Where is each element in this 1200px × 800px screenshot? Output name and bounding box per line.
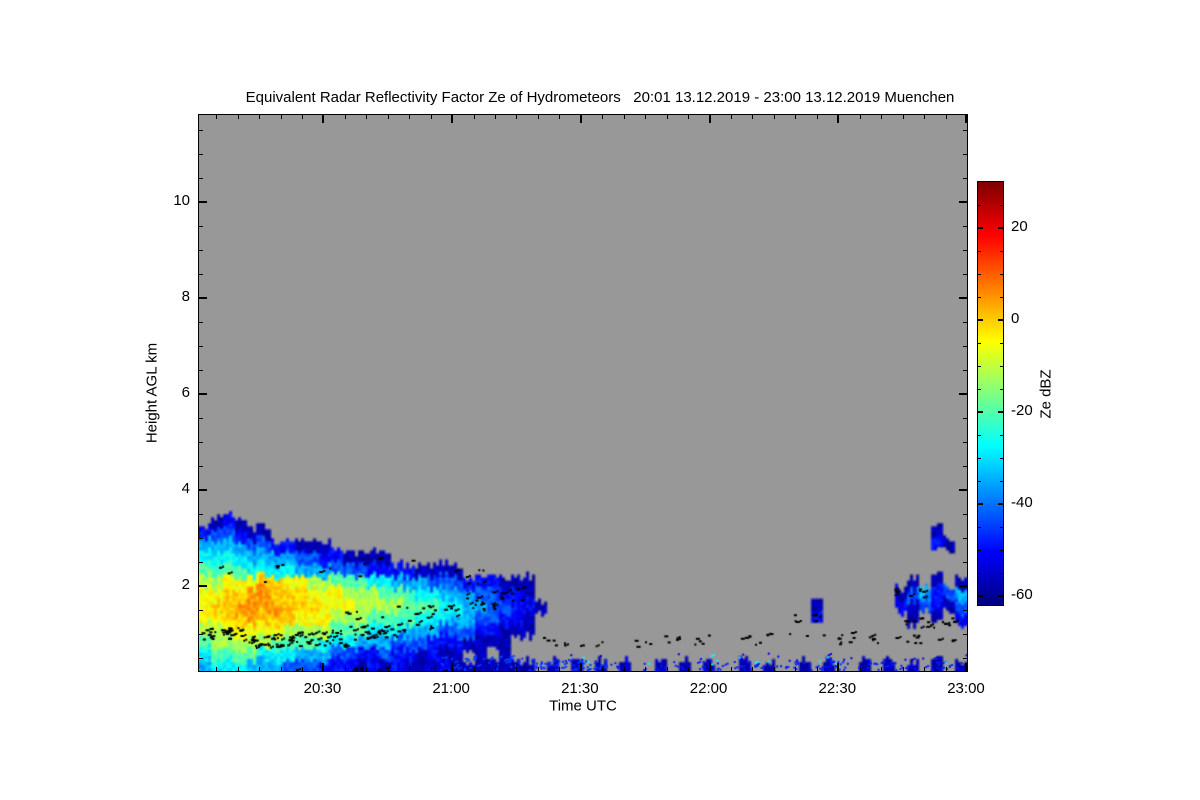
- y-tick-label: 6: [181, 383, 190, 401]
- colorbar-tick-label: 0: [1011, 309, 1020, 327]
- heatmap-canvas: [199, 115, 967, 671]
- x-tick-label: 23:00: [947, 680, 985, 697]
- radar-reflectivity-quicklook: Equivalent Radar Reflectivity Factor Ze …: [0, 0, 1200, 800]
- x-tick-label: 22:30: [818, 680, 857, 697]
- colorbar-label: Ze dBZ: [1037, 369, 1055, 419]
- y-tick-label: 4: [181, 479, 190, 497]
- colorbar-tick-label: -40: [1011, 493, 1033, 511]
- y-tick-label: 8: [181, 287, 190, 305]
- x-tick-label: 21:00: [432, 680, 470, 697]
- colorbar: [977, 181, 1004, 606]
- plot-area: [198, 114, 968, 672]
- colorbar-tick-label: -60: [1011, 585, 1033, 603]
- x-tick-label: 20:30: [303, 680, 342, 697]
- colorbar-tick-label: 20: [1011, 217, 1028, 235]
- y-tick-label: 2: [181, 576, 190, 593]
- x-tick-label: 22:00: [689, 680, 728, 697]
- chart-title: Equivalent Radar Reflectivity Factor Ze …: [245, 89, 955, 106]
- y-tick-label: 10: [173, 191, 190, 209]
- x-tick-label: 21:30: [561, 680, 599, 697]
- colorbar-gradient-canvas: [978, 182, 1003, 605]
- x-axis-label: Time UTC: [549, 697, 617, 715]
